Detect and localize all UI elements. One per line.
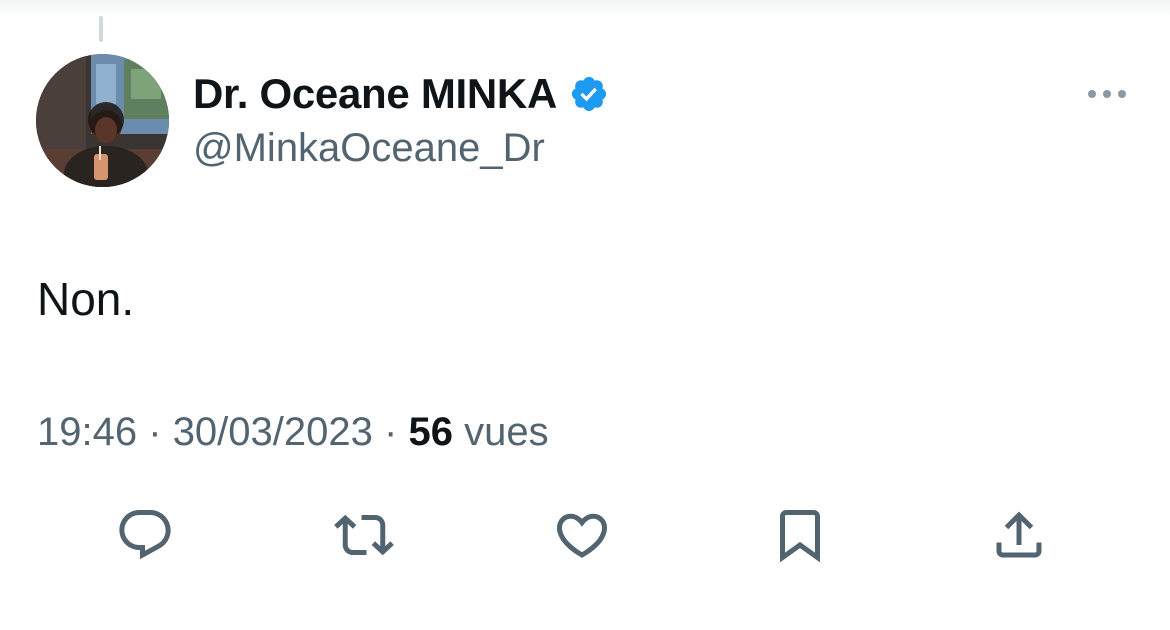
like-button[interactable] <box>552 505 612 565</box>
views-count: 56 <box>408 410 453 454</box>
reply-button[interactable] <box>115 505 175 565</box>
tweet-time[interactable]: 19:46 <box>37 410 137 454</box>
tweet-text: Non. <box>37 273 135 325</box>
thread-connector-line <box>99 16 103 42</box>
bookmark-button[interactable] <box>770 505 830 565</box>
previous-tweet-edge <box>0 0 1170 16</box>
share-button[interactable] <box>989 505 1049 565</box>
views-label: vues <box>464 410 549 454</box>
avatar[interactable] <box>36 54 169 187</box>
share-icon <box>996 511 1042 558</box>
more-options-icon[interactable] <box>1085 84 1129 104</box>
meta-separator: · <box>148 410 162 454</box>
author-display-name[interactable]: Dr. Oceane MINKA <box>193 70 557 118</box>
tweet-date[interactable]: 30/03/2023 <box>173 410 373 454</box>
author-name-row[interactable]: Dr. Oceane MINKA <box>193 70 609 118</box>
retweet-button[interactable] <box>334 505 394 565</box>
heart-icon <box>556 513 608 558</box>
verified-badge-icon <box>571 76 607 112</box>
tweet-metadata: 19:46 · 30/03/2023 · 56 vues <box>37 410 549 455</box>
author-handle[interactable]: @MinkaOceane_Dr <box>193 126 545 171</box>
bookmark-icon <box>780 510 820 563</box>
meta-separator: · <box>384 410 398 454</box>
reply-icon <box>119 510 171 560</box>
retweet-icon <box>334 514 394 556</box>
